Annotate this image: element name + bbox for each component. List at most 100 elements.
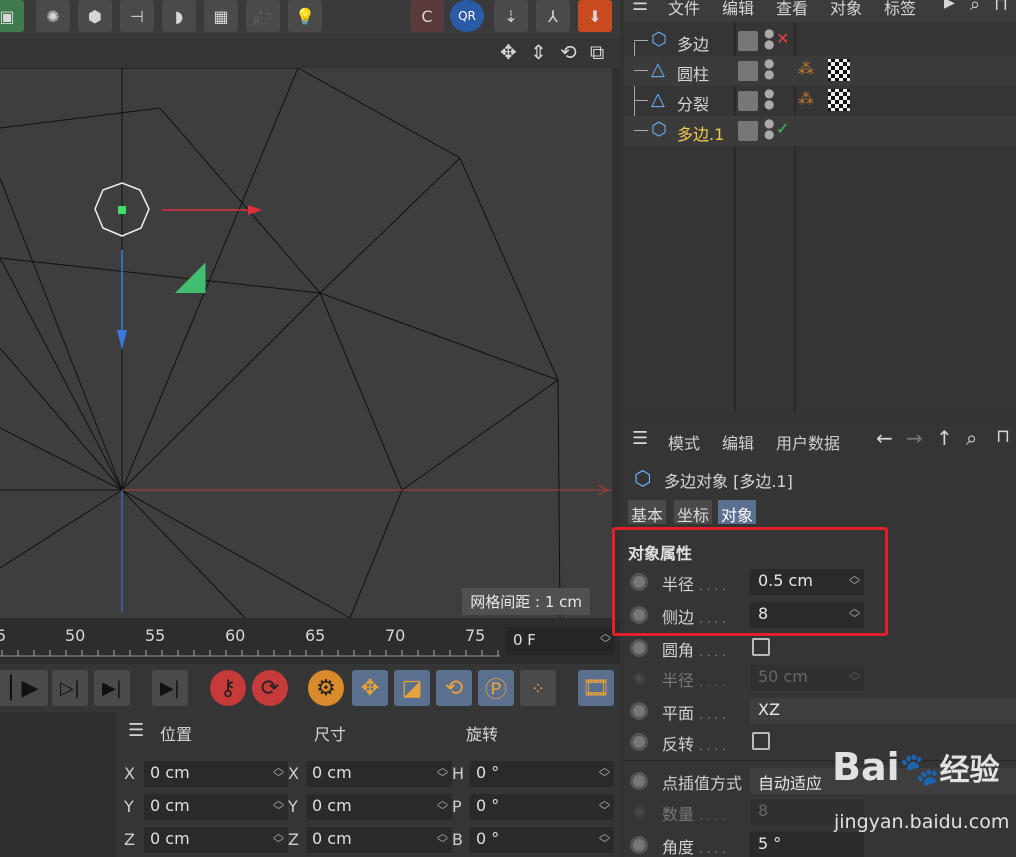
- size-y-field[interactable]: 0 cm ︿ ﹀: [306, 794, 452, 820]
- spinner-icon[interactable]: ︿ ﹀: [599, 828, 610, 849]
- move-view-icon[interactable]: ✥: [500, 40, 517, 64]
- search-icon[interactable]: ⌕: [970, 0, 980, 15]
- visibility-dots-icon[interactable]: ● ●: [764, 57, 774, 80]
- record-key-button[interactable]: ⚷: [210, 670, 246, 706]
- scale-key-button[interactable]: ◪: [394, 670, 430, 706]
- animate-radio-icon[interactable]: [630, 702, 648, 720]
- position-x-field[interactable]: 0 cm ︿ ﹀: [144, 761, 288, 787]
- current-frame-field[interactable]: 0 F ︿ ﹀: [505, 627, 615, 655]
- object-row[interactable]: ⬡ 多边 ● ● ✕: [624, 26, 1016, 56]
- cinema-icon[interactable]: C: [410, 0, 444, 32]
- animate-radio-icon[interactable]: [630, 836, 648, 854]
- frame-spinner-icon[interactable]: ︿ ﹀: [600, 628, 611, 649]
- material-balls-icon[interactable]: ⁂: [798, 59, 814, 78]
- texture-tag-icon[interactable]: [828, 59, 850, 81]
- light-icon[interactable]: 💡: [288, 0, 322, 32]
- spinner-icon[interactable]: ︿ ﹀: [437, 828, 448, 849]
- size-z-field[interactable]: 0 cm ︿ ﹀: [306, 827, 452, 853]
- lock-icon[interactable]: ⊓: [996, 426, 1010, 447]
- spinner-icon[interactable]: ︿ ﹀: [437, 762, 448, 783]
- menu-object[interactable]: 对象: [830, 0, 862, 19]
- menu-edit[interactable]: 编辑: [722, 430, 754, 454]
- keyframe-settings-button[interactable]: ⚙: [308, 670, 344, 706]
- spinner-icon[interactable]: ︿ ﹀: [273, 828, 284, 849]
- spinner-icon[interactable]: ︿ ﹀: [599, 762, 610, 783]
- auto-key-button[interactable]: ⟳: [252, 670, 288, 706]
- rotate-key-button[interactable]: ⟲: [436, 670, 472, 706]
- size-x-field[interactable]: 0 cm ︿ ﹀: [306, 761, 452, 787]
- rotation-p-field[interactable]: 0 ° ︿ ﹀: [470, 794, 614, 820]
- pla-key-button[interactable]: ⁘: [520, 670, 556, 706]
- camera-icon[interactable]: 🎥: [246, 0, 280, 32]
- edit-toggle-icon[interactable]: [738, 121, 758, 141]
- maximize-view-icon[interactable]: ⧉: [590, 40, 604, 64]
- menu-file[interactable]: 文件: [668, 0, 700, 19]
- reverse-checkbox[interactable]: [752, 732, 770, 750]
- animate-radio-icon[interactable]: [630, 772, 648, 790]
- material-balls-icon[interactable]: ⁂: [798, 89, 814, 108]
- menu-user-data[interactable]: 用户数据: [776, 430, 840, 454]
- position-z-field[interactable]: 0 cm ︿ ﹀: [144, 827, 288, 853]
- enabled-check-icon[interactable]: ✓: [776, 119, 789, 138]
- play-button[interactable]: ▶: [12, 670, 48, 706]
- floor-icon[interactable]: ▦: [204, 0, 238, 32]
- goto-end-button[interactable]: ▶|: [94, 670, 130, 706]
- zoom-view-icon[interactable]: ⇕: [530, 40, 547, 64]
- edit-toggle-icon[interactable]: [738, 91, 758, 111]
- texture-tag-icon[interactable]: [828, 89, 850, 111]
- search-icon[interactable]: ⌕: [966, 426, 977, 450]
- mograph-cubes-icon[interactable]: ⬢: [78, 0, 112, 32]
- menu-mode[interactable]: 模式: [668, 430, 700, 454]
- menu-edit[interactable]: 编辑: [722, 0, 754, 19]
- menu-tag[interactable]: 标签: [884, 0, 916, 19]
- edit-toggle-icon[interactable]: [738, 31, 758, 51]
- menu-view[interactable]: 查看: [776, 0, 808, 19]
- tab-coord[interactable]: 坐标: [674, 500, 713, 525]
- disabled-x-icon[interactable]: ✕: [776, 29, 789, 48]
- array-icon[interactable]: ✺: [36, 0, 70, 32]
- film-button[interactable]: 🎞: [578, 670, 614, 706]
- rotation-h-field[interactable]: 0 ° ︿ ﹀: [470, 761, 614, 787]
- coord-menu-icon[interactable]: ☰: [128, 720, 144, 741]
- object-row-selected[interactable]: ⬡ 多边.1 ● ● ✓: [624, 116, 1016, 146]
- rotation-b-field[interactable]: 0 ° ︿ ﹀: [470, 827, 614, 853]
- bend-icon[interactable]: ◗: [162, 0, 196, 32]
- tab-basic[interactable]: 基本: [628, 500, 667, 525]
- cube-icon[interactable]: ▣: [0, 0, 24, 32]
- animate-radio-icon[interactable]: [630, 733, 648, 751]
- spinner-icon[interactable]: ︿ ﹀: [599, 795, 610, 816]
- deformer-icon[interactable]: ⊣: [120, 0, 154, 32]
- tab-object[interactable]: 对象: [718, 500, 757, 525]
- snap-icon[interactable]: ⇣: [494, 0, 528, 32]
- forward-arrow-icon[interactable]: →: [906, 426, 923, 450]
- object-row[interactable]: △ 分裂 ● ● ⁂: [624, 86, 1016, 116]
- animate-radio-icon[interactable]: [630, 639, 648, 657]
- fillet-checkbox[interactable]: [752, 638, 770, 656]
- am-menu-icon[interactable]: ☰: [632, 428, 648, 449]
- back-arrow-icon[interactable]: ←: [876, 426, 893, 450]
- spinner-icon[interactable]: ︿ ﹀: [273, 762, 284, 783]
- visibility-dots-icon[interactable]: ● ●: [764, 27, 774, 50]
- axis-icon[interactable]: ⅄: [536, 0, 570, 32]
- next-frame-button[interactable]: ▷|: [52, 670, 88, 706]
- up-arrow-icon[interactable]: ↑: [936, 426, 953, 450]
- more-arrow-icon[interactable]: ▶: [944, 0, 955, 11]
- qr-icon[interactable]: QR: [450, 0, 484, 32]
- visibility-dots-icon[interactable]: ● ●: [764, 117, 774, 140]
- om-menu-icon[interactable]: ☰: [632, 0, 648, 15]
- visibility-dots-icon[interactable]: ● ●: [764, 87, 774, 110]
- position-y-field[interactable]: 0 cm ︿ ﹀: [144, 794, 288, 820]
- rotate-view-icon[interactable]: ⟲: [560, 40, 577, 64]
- render-icon[interactable]: ⬇: [578, 0, 612, 32]
- edit-toggle-icon[interactable]: [738, 61, 758, 81]
- move-key-button[interactable]: ✥: [352, 670, 388, 706]
- lock-icon[interactable]: ⊓: [994, 0, 1008, 15]
- param-key-button[interactable]: Ⓟ: [478, 670, 514, 706]
- plane-dropdown[interactable]: XZ: [750, 698, 1016, 724]
- prop-label: 反转 . . . .: [662, 735, 726, 754]
- spinner-icon[interactable]: ︿ ﹀: [273, 795, 284, 816]
- 3d-viewport[interactable]: 网格间距 : 1 cm: [0, 68, 612, 618]
- object-row[interactable]: △ 圆柱 ● ● ⁂: [624, 56, 1016, 86]
- spinner-icon[interactable]: ︿ ﹀: [437, 795, 448, 816]
- goto-last-button[interactable]: ▶|: [152, 670, 188, 706]
